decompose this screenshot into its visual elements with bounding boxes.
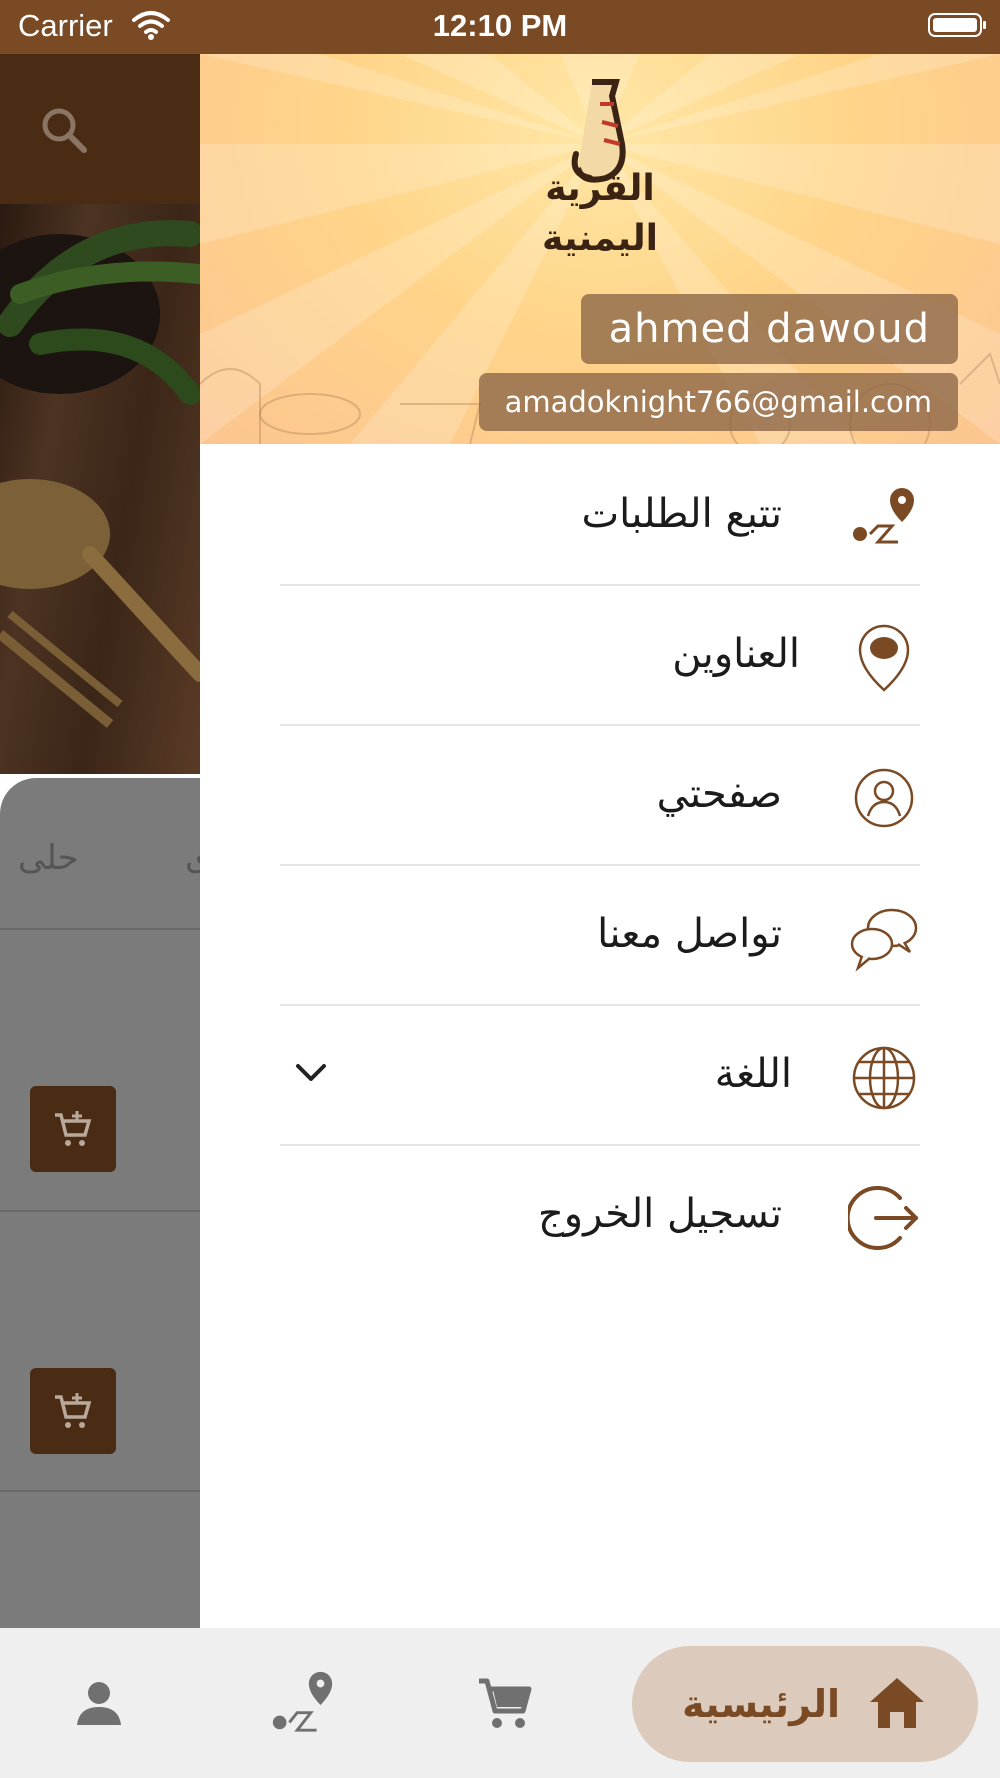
brand-line-2: اليمنية — [542, 218, 658, 259]
side-drawer: القرية اليمنية ahmed dawoud amadoknight7… — [200, 54, 1000, 1628]
menu-item-my-page[interactable]: صفحتي — [280, 724, 920, 866]
menu-item-label: صفحتي — [656, 771, 782, 817]
menu-item-language[interactable]: اللغة — [280, 1004, 920, 1146]
menu-item-label: تسجيل الخروج — [537, 1191, 782, 1237]
clock: 12:10 PM — [432, 8, 568, 43]
divider — [0, 1210, 200, 1212]
background-header — [0, 54, 200, 204]
globe-icon — [852, 1046, 916, 1110]
add-cart-icon — [55, 1393, 92, 1428]
route-pin-icon — [853, 488, 914, 544]
battery-icon — [928, 13, 986, 37]
search-icon[interactable] — [38, 104, 90, 160]
nav-profile[interactable] — [64, 1668, 134, 1738]
brand-name: القرية اليمنية — [495, 164, 705, 264]
nav-home[interactable]: الرئيسية — [632, 1646, 978, 1762]
nav-home-label: الرئيسية — [682, 1682, 840, 1726]
chevron-down-icon[interactable] — [294, 1060, 328, 1086]
menu-item-label: اللغة — [714, 1051, 792, 1097]
menu-item-addresses[interactable]: العناوين — [280, 584, 920, 726]
menu-item-logout[interactable]: تسجيل الخروج — [280, 1144, 920, 1284]
chat-bubbles-icon — [850, 908, 918, 972]
bottom-nav: الرئيسية — [0, 1628, 1000, 1778]
location-pin-icon — [858, 624, 910, 692]
nav-track-orders[interactable] — [268, 1668, 338, 1738]
user-name: ahmed dawoud — [580, 294, 958, 364]
add-to-cart-button[interactable] — [30, 1086, 116, 1172]
menu-item-contact-us[interactable]: تواصل معنا — [280, 864, 920, 1006]
divider — [0, 1490, 200, 1492]
drawer-header: القرية اليمنية ahmed dawoud amadoknight7… — [200, 54, 1000, 444]
home-icon — [870, 1678, 924, 1728]
menu-item-label: العناوين — [672, 631, 800, 677]
background-page[interactable]: حلى ى — [0, 54, 200, 1628]
menu-item-label: تتبع الطلبات — [581, 491, 782, 537]
category-tab-partial[interactable]: ى — [185, 838, 200, 878]
divider — [0, 928, 200, 930]
route-pin-icon — [272, 1671, 333, 1732]
add-to-cart-button[interactable] — [30, 1368, 116, 1454]
add-cart-icon — [55, 1111, 92, 1146]
status-bar: Carrier 12:10 PM — [0, 0, 1000, 54]
brand-line-1: القرية — [545, 168, 655, 209]
menu-item-track-orders[interactable]: تتبع الطلبات — [280, 444, 920, 586]
product-sheet: حلى ى — [0, 778, 200, 1628]
menu-item-label: تواصل معنا — [597, 911, 782, 957]
logout-icon — [848, 1186, 918, 1250]
hero-image — [0, 204, 200, 774]
user-email: amadoknight766@gmail.com — [478, 373, 958, 431]
category-tab[interactable]: حلى — [18, 838, 79, 878]
cart-icon — [479, 1678, 532, 1728]
nav-cart[interactable] — [470, 1668, 540, 1738]
user-circle-icon — [854, 768, 914, 828]
profile-icon — [77, 1682, 121, 1725]
